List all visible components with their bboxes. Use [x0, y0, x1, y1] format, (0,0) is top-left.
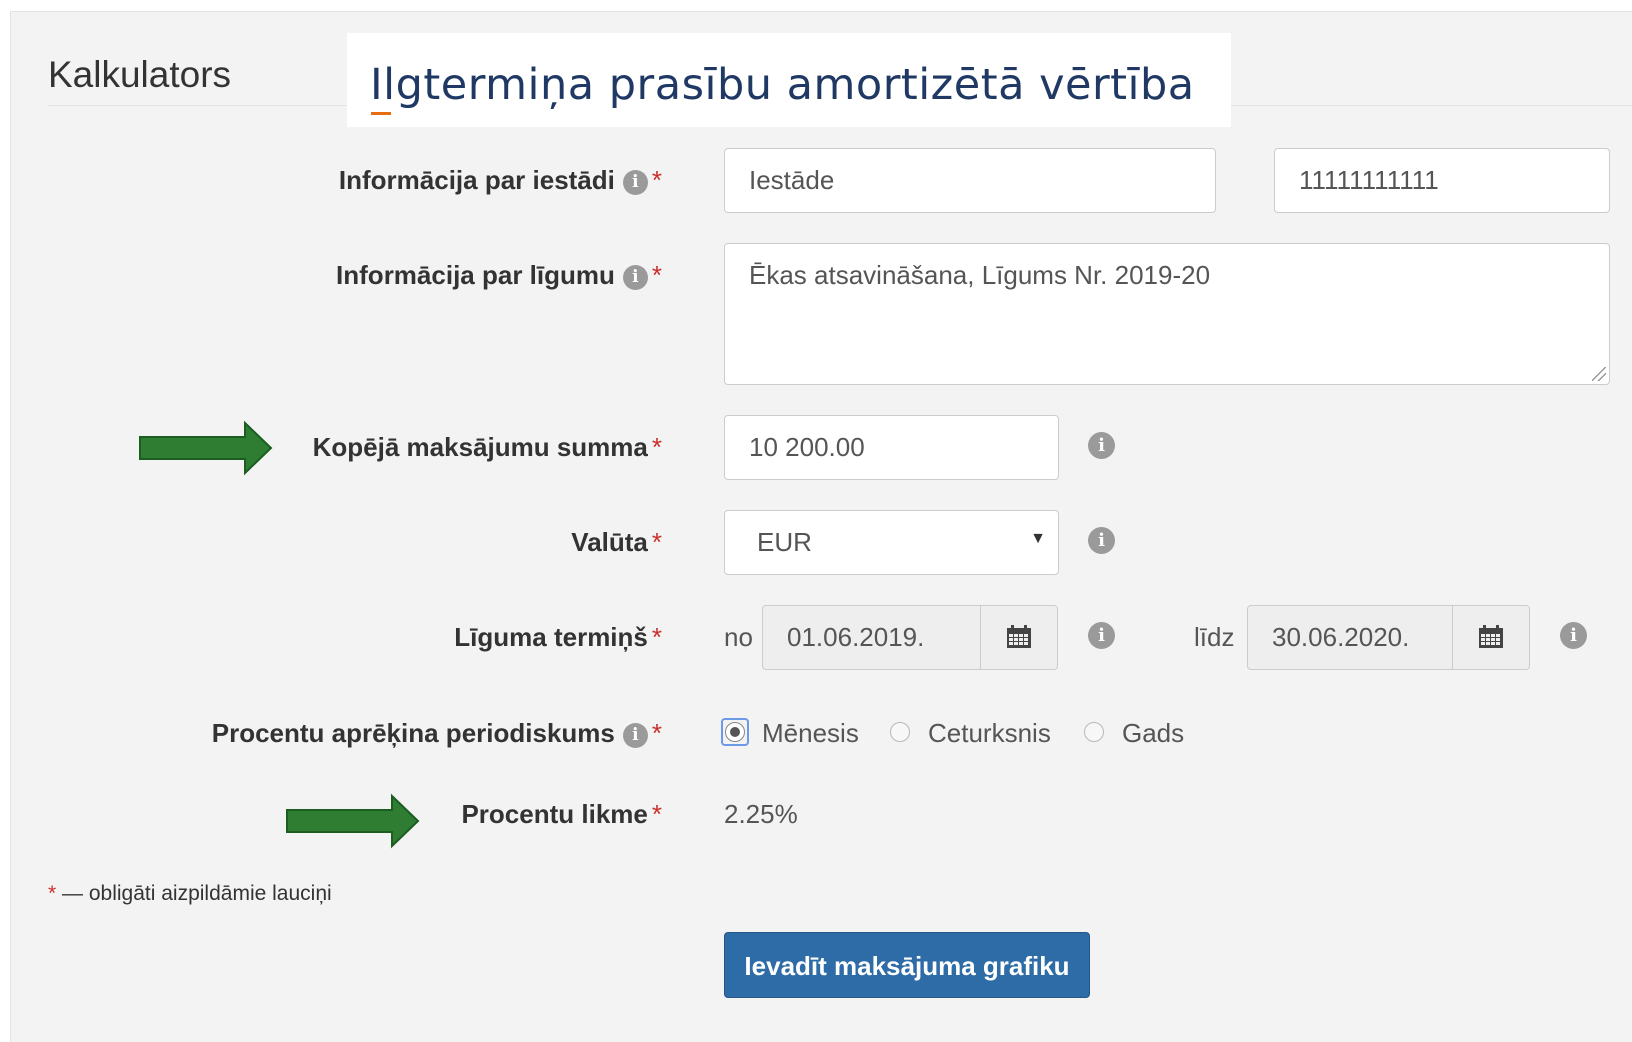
info-icon[interactable]: i: [1088, 622, 1115, 649]
term-to-label: līdz: [1194, 622, 1235, 652]
total-amount-label: Kopējā maksājumu summa *: [312, 432, 662, 462]
enter-payment-schedule-button[interactable]: Ievadīt maksājuma grafiku: [724, 932, 1090, 998]
contract-textarea-value: Ēkas atsavināšana, Līgums Nr. 2019-20: [749, 260, 1211, 290]
page-title: Ilgtermiņa prasību amortizētā vērtība: [370, 60, 1195, 110]
required-star: *: [651, 799, 662, 829]
resize-handle[interactable]: [1592, 367, 1606, 381]
radio-year[interactable]: [1084, 722, 1104, 742]
calendar-icon: [1007, 625, 1031, 648]
text-cursor-marker: [371, 112, 391, 115]
required-star: *: [651, 165, 662, 195]
total-amount-input[interactable]: 10 200.00: [724, 415, 1059, 480]
info-icon[interactable]: i: [1088, 527, 1115, 554]
interest-rate-label: Procentu likme *: [461, 799, 662, 829]
radio-quarter[interactable]: [890, 722, 910, 742]
calendar-button[interactable]: [980, 606, 1057, 669]
term-to-datepicker[interactable]: 30.06.2020.: [1247, 605, 1530, 670]
radio-month[interactable]: [725, 722, 745, 742]
contract-label: Informācija par līgumu i *: [336, 260, 662, 290]
term-from-value: 01.06.2019.: [787, 622, 925, 652]
info-icon[interactable]: i: [622, 170, 648, 195]
caret-down-icon: ▼: [1030, 530, 1046, 547]
required-star: *: [651, 432, 662, 462]
required-star: *: [651, 622, 662, 652]
term-to-value: 30.06.2020.: [1272, 622, 1410, 652]
required-star: *: [651, 718, 662, 748]
institution-label: Informācija par iestādi i *: [338, 165, 662, 195]
periodicity-label: Procentu aprēķina periodiskums i *: [211, 718, 662, 748]
info-icon[interactable]: i: [1560, 622, 1587, 649]
currency-label: Valūta *: [571, 527, 662, 557]
info-icon[interactable]: i: [1088, 432, 1115, 459]
term-label: Līguma termiņš *: [454, 622, 662, 652]
annotation-arrow-icon: [139, 420, 273, 476]
contract-textarea[interactable]: Ēkas atsavināšana, Līgums Nr. 2019-20: [724, 243, 1610, 385]
page-title-banner: Ilgtermiņa prasību amortizētā vērtība: [347, 33, 1231, 127]
institution-name-input[interactable]: Iestāde: [724, 148, 1216, 213]
interest-rate-value: 2.25%: [724, 799, 798, 829]
info-icon[interactable]: i: [622, 723, 648, 748]
currency-select[interactable]: EUR ▼: [724, 510, 1059, 575]
annotation-arrow-icon: [286, 793, 420, 849]
radio-year-label[interactable]: Gads: [1122, 718, 1184, 749]
institution-code-input[interactable]: 11111111111: [1274, 148, 1610, 213]
radio-month-label[interactable]: Mēnesis: [762, 718, 859, 749]
required-fields-note: * — obligāti aizpildāmie lauciņi: [48, 882, 332, 905]
calendar-icon: [1479, 625, 1503, 648]
calendar-button[interactable]: [1452, 606, 1529, 669]
currency-selected-value: EUR: [757, 527, 812, 557]
required-star: *: [651, 260, 662, 290]
term-from-datepicker[interactable]: 01.06.2019.: [762, 605, 1058, 670]
info-icon[interactable]: i: [622, 265, 648, 290]
term-from-label: no: [724, 622, 753, 652]
radio-quarter-label[interactable]: Ceturksnis: [928, 718, 1051, 749]
app-title: Kalkulators: [48, 54, 232, 95]
required-star: *: [651, 527, 662, 557]
